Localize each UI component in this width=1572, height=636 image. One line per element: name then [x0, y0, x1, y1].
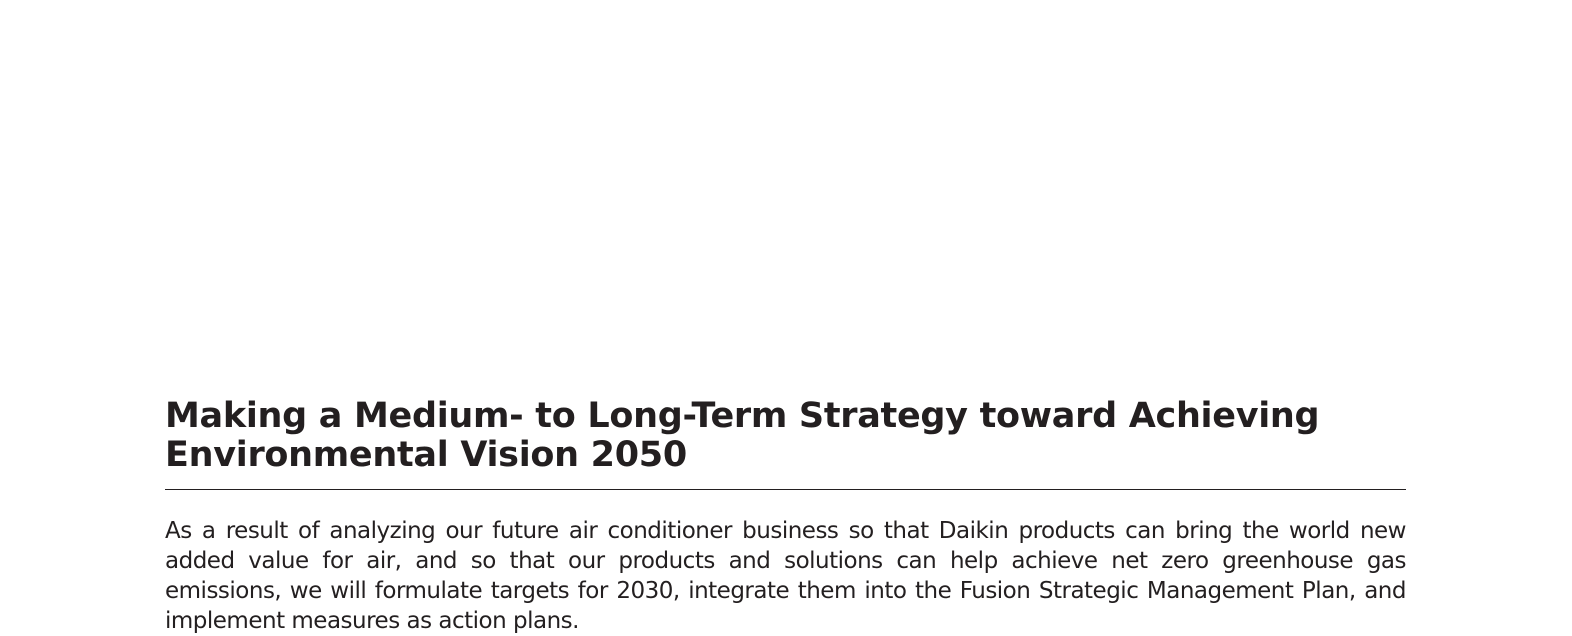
heading-divider: [165, 489, 1406, 490]
section-heading: Making a Medium- to Long-Term Strategy t…: [165, 397, 1406, 475]
strategy-section: Making a Medium- to Long-Term Strategy t…: [165, 397, 1407, 636]
section-body-paragraph: As a result of analyzing our future air …: [165, 518, 1407, 634]
section-heading-line-2: Environmental Vision 2050: [165, 435, 687, 475]
section-heading-line-1: Making a Medium- to Long-Term Strategy t…: [165, 396, 1320, 436]
